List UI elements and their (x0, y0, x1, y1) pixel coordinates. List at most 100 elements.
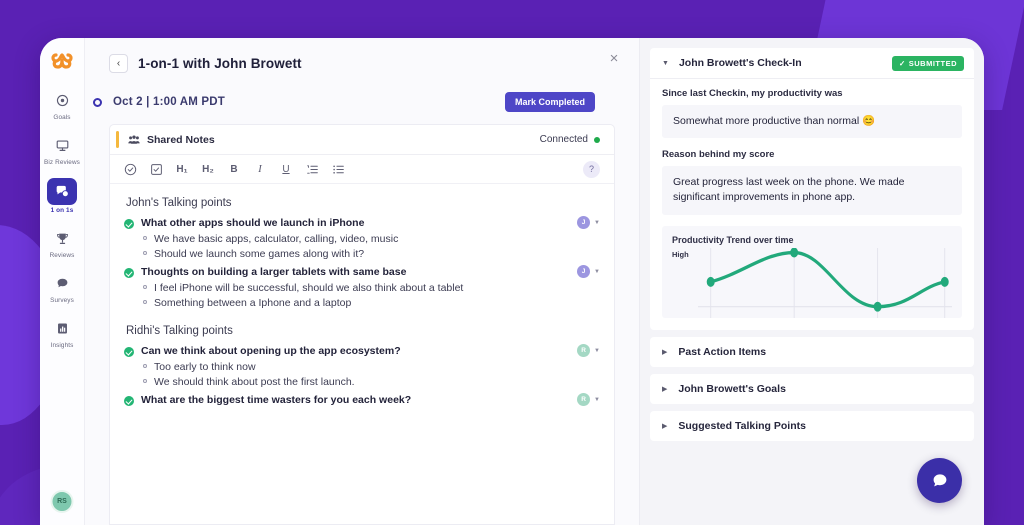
talking-point-owner[interactable]: J ▼ (577, 265, 600, 278)
answer-reason: Great progress last week on the phone. W… (662, 166, 962, 215)
checkbox-icon[interactable] (146, 159, 166, 179)
heading-2-icon[interactable]: H₂ (198, 159, 218, 179)
talking-points-section-john: John's Talking points What other apps sh… (124, 197, 600, 309)
avatar: J (577, 216, 591, 229)
subitem-text: I feel iPhone will be successful, should… (154, 282, 464, 294)
check-icon[interactable] (124, 347, 134, 357)
connection-status: Connected (540, 134, 600, 145)
check-icon[interactable] (124, 219, 134, 229)
check-circle-icon[interactable] (120, 159, 140, 179)
underline-icon[interactable]: U (276, 159, 296, 179)
answer-productivity: Somewhat more productive than normal 😊 (662, 105, 962, 139)
question-label-productivity: Since last Checkin, my productivity was (662, 88, 843, 99)
talking-point-text: What are the biggest time wasters for yo… (141, 394, 412, 406)
chart-y-axis-label: High (672, 249, 689, 259)
page-title: 1-on-1 with John Browett (138, 56, 302, 71)
help-icon[interactable]: ? (583, 160, 600, 178)
subitem-text: Something between a Iphone and a laptop (154, 297, 352, 309)
heading-1-icon[interactable]: H₁ (172, 159, 192, 179)
check-icon[interactable] (124, 396, 134, 406)
section-heading: Ridhi's Talking points (126, 325, 233, 337)
connection-status-label: Connected (539, 134, 588, 145)
shared-notes-card: Shared Notes Connected H₁ H₂ B I U ? Joh… (109, 124, 615, 525)
close-icon[interactable]: × (605, 50, 623, 68)
avatar: R (577, 393, 591, 406)
app-window: Goals Biz Reviews 1 on 1s Reviews Survey (40, 38, 984, 525)
sidebar-item-insights[interactable]: Insights (42, 316, 83, 350)
bullet-icon (143, 236, 147, 240)
sidebar-label-1-on-1s: 1 on 1s (50, 207, 74, 214)
checkin-panel-header[interactable]: ▼ John Browett's Check-In ✓ SUBMITTED (650, 48, 974, 78)
chevron-down-icon[interactable]: ▼ (594, 397, 600, 403)
talking-point-row[interactable]: Can we think about opening up the app ec… (124, 344, 600, 357)
mark-completed-button[interactable]: Mark Completed (504, 92, 595, 112)
accordion-title: Past Action Items (678, 345, 767, 358)
talking-point-owner[interactable]: J ▼ (577, 216, 600, 229)
talking-point-row[interactable]: Thoughts on building a larger tablets wi… (124, 265, 600, 278)
bold-icon[interactable]: B (224, 159, 244, 179)
shared-notes-title: Shared Notes (147, 133, 215, 146)
question-label-reason: Reason behind my score (662, 149, 775, 161)
sidebar-item-reviews[interactable]: Reviews (42, 226, 83, 260)
back-button[interactable]: ‹ (109, 54, 128, 73)
status-badge: ✓ SUBMITTED (891, 55, 964, 71)
chevron-right-icon[interactable]: ▶ (662, 422, 667, 430)
checkin-panel: ▼ John Browett's Check-In ✓ SUBMITTED Si… (650, 48, 974, 330)
bullet-list-icon[interactable] (328, 159, 348, 179)
status-badge-label: SUBMITTED (908, 58, 957, 68)
subitem-text: We should think about post the first lau… (154, 376, 355, 388)
checkin-panel-body: Since last Checkin, my productivity was … (650, 79, 974, 330)
trophy-icon (49, 226, 75, 250)
chevron-down-icon[interactable]: ▼ (594, 269, 600, 275)
meeting-datetime: Oct 2 | 1:00 AM PDT (113, 96, 226, 108)
connection-status-dot-icon (594, 136, 600, 143)
chat-support-button[interactable] (917, 458, 962, 503)
subitem-text: Should we launch some games along with i… (154, 248, 365, 260)
sidebar-label-surveys: Surveys (50, 297, 74, 304)
chevron-down-icon[interactable]: ▼ (662, 60, 669, 67)
meeting-meta-row: Oct 2 | 1:00 AM PDT Mark Completed (93, 92, 619, 112)
chevron-down-icon[interactable]: ▼ (594, 220, 600, 226)
talking-point-owner[interactable]: R ▼ (577, 393, 600, 406)
productivity-line-chart (698, 247, 952, 318)
talking-point-text: What other apps should we launch in iPho… (141, 217, 365, 229)
sidebar-label-goals: Goals (53, 114, 71, 121)
talking-point-owner[interactable]: R ▼ (577, 344, 600, 357)
content-header: ‹ 1-on-1 with John Browett Oct 2 | 1:00 … (85, 38, 639, 112)
talking-point-subitem: We should think about post the first lau… (143, 376, 600, 388)
bullet-icon (143, 285, 147, 289)
check-icon[interactable] (124, 268, 134, 278)
sidebar-label-biz-reviews: Biz Reviews (44, 159, 80, 166)
talking-point-row[interactable]: What are the biggest time wasters for yo… (124, 393, 600, 406)
accordion-goals[interactable]: ▶ John Browett's Goals (650, 373, 974, 404)
shared-notes-header: Shared Notes Connected (110, 125, 614, 155)
talking-point-subitem: Should we launch some games along with i… (143, 248, 600, 260)
peoplebox-logo[interactable] (49, 48, 75, 72)
check-icon: ✓ (898, 58, 906, 68)
chevron-right-icon[interactable]: ▶ (662, 348, 667, 356)
chevron-down-icon[interactable]: ▼ (594, 348, 600, 354)
chevron-right-icon[interactable]: ▶ (662, 385, 667, 393)
sidebar-item-1-on-1s[interactable]: 1 on 1s (42, 178, 83, 215)
section-heading: John's Talking points (126, 197, 232, 209)
user-avatar[interactable]: RS (50, 490, 74, 513)
talking-point-subitem: Too early to think now (143, 361, 600, 373)
talking-point-row[interactable]: What other apps should we launch in iPho… (124, 216, 600, 229)
accordion-suggested-talking-points[interactable]: ▶ Suggested Talking Points (650, 410, 974, 441)
avatar: R (577, 344, 591, 357)
subitem-text: We have basic apps, calculator, calling,… (154, 233, 399, 245)
sidebar-item-surveys[interactable]: Surveys (42, 271, 83, 305)
sidebar-item-biz-reviews[interactable]: Biz Reviews (42, 133, 83, 167)
chart-wrapper: High (672, 247, 952, 318)
ordered-list-icon[interactable] (302, 159, 322, 179)
accordion-title: John Browett's Goals (678, 382, 786, 395)
sidebar-item-goals[interactable]: Goals (42, 88, 83, 122)
accordion-past-action-items[interactable]: ▶ Past Action Items (650, 336, 974, 367)
avatar: J (577, 265, 591, 278)
italic-icon[interactable]: I (250, 159, 270, 179)
main-content: × ‹ 1-on-1 with John Browett Oct 2 | 1:0… (85, 38, 639, 525)
talking-point-text: Thoughts on building a larger tablets wi… (141, 266, 407, 278)
talking-points-section-ridhi: Ridhi's Talking points Can we think abou… (124, 325, 600, 406)
productivity-chart-card: Productivity Trend over time High (662, 225, 962, 318)
speech-bubble-icon (49, 271, 75, 295)
